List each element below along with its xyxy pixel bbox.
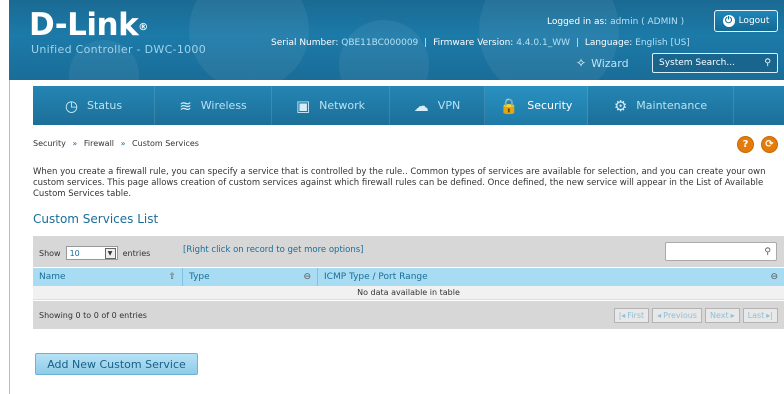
- table-footer: Showing 0 to 0 of 0 entries |◂ First ◂ Pre…: [33, 301, 784, 329]
- refresh-button[interactable]: ⟳: [761, 136, 778, 153]
- nav-network[interactable]: ▣ Network: [272, 86, 390, 125]
- dashboard-icon: ◷: [64, 96, 79, 115]
- language-selector[interactable]: English [US]: [635, 38, 690, 48]
- column-name[interactable]: Name ⇧: [33, 268, 183, 286]
- help-button[interactable]: ?: [737, 136, 754, 153]
- search-icon: ⚲: [764, 246, 771, 257]
- entries-select[interactable]: 10 ▼: [65, 246, 118, 260]
- device-info: Serial Number: QBE11BC000009 | Firmware …: [271, 38, 690, 48]
- magic-wand-icon: ✧: [576, 56, 587, 70]
- previous-page-button[interactable]: ◂ Previous: [652, 308, 702, 323]
- nav-status[interactable]: ◷ Status: [33, 86, 155, 125]
- login-info: Logged in as: admin ( ADMIN ): [547, 17, 685, 27]
- next-page-button[interactable]: Next ▸: [704, 308, 740, 323]
- table-toolbar: Show 10 ▼ entries [Right click on record…: [33, 236, 784, 267]
- breadcrumb: Security » Firewall » Custom Services: [33, 139, 199, 148]
- dlink-logo: D-Link®: [29, 7, 148, 43]
- chevron-last-icon: ▸|: [766, 311, 773, 320]
- gears-icon: ⚙: [613, 96, 628, 115]
- sort-icon: ⊖: [303, 272, 311, 282]
- nav-maintenance[interactable]: ⚙ Maintenance: [588, 86, 734, 125]
- last-page-button[interactable]: Last ▸|: [742, 308, 778, 323]
- page-border: [9, 80, 10, 394]
- wizard-link[interactable]: ✧ Wizard: [576, 56, 629, 70]
- monitor-icon: ▣: [295, 96, 311, 115]
- add-custom-service-button[interactable]: Add New Custom Service: [35, 353, 198, 375]
- page-description: When you create a firewall rule, you can…: [33, 167, 766, 199]
- column-type[interactable]: Type ⊖: [183, 268, 318, 286]
- breadcrumb-current: Custom Services: [132, 139, 199, 148]
- entries-control: Show 10 ▼ entries: [39, 246, 150, 260]
- cloud-lock-icon: ☁: [413, 96, 429, 115]
- power-icon: ⏻: [722, 15, 735, 27]
- chevron-left-icon: ◂: [657, 311, 662, 320]
- breadcrumb-firewall[interactable]: Firewall: [84, 139, 114, 148]
- search-icon: ⚲: [764, 58, 771, 68]
- chevron-down-icon: ▼: [104, 247, 116, 259]
- table-search-input[interactable]: ⚲: [665, 242, 777, 261]
- nav-vpn[interactable]: ☁ VPN: [390, 86, 485, 125]
- first-page-button[interactable]: |◂ First: [613, 308, 650, 323]
- table-info: Showing 0 to 0 of 0 entries: [39, 311, 147, 320]
- decor-bubble: [339, 20, 429, 80]
- main-nav: ◷ Status ≋ Wireless ▣ Network ☁ VPN 🔒 Se…: [33, 86, 784, 125]
- table-header: Name ⇧ Type ⊖ ICMP Type / Port Range ⊖: [33, 268, 784, 286]
- nav-wireless[interactable]: ≋ Wireless: [155, 86, 272, 125]
- sort-icon: ⇧: [168, 272, 176, 282]
- empty-table-message: No data available in table: [33, 286, 784, 300]
- nav-security[interactable]: 🔒 Security: [485, 86, 588, 125]
- column-port-range[interactable]: ICMP Type / Port Range ⊖: [318, 268, 784, 286]
- wifi-icon: ≋: [179, 96, 192, 115]
- pagination: |◂ First ◂ Previous Next ▸ Last ▸|: [613, 308, 778, 323]
- logout-button[interactable]: ⏻ Logout: [714, 10, 778, 32]
- logged-in-user: admin ( ADMIN ): [610, 17, 685, 27]
- sort-icon: ⊖: [770, 272, 778, 282]
- firmware-version: 4.4.0.1_WW: [516, 38, 571, 48]
- system-search-input[interactable]: System Search... ⚲: [652, 53, 778, 73]
- chevron-first-icon: |◂: [618, 311, 626, 320]
- context-hint: [Right click on record to get more optio…: [183, 245, 364, 255]
- lock-icon: 🔒: [499, 96, 519, 115]
- product-tagline: Unified Controller - DWC-1000: [31, 43, 207, 56]
- serial-number: QBE11BC000009: [341, 38, 419, 48]
- chevron-right-icon: ▸: [730, 311, 735, 320]
- header-banner: D-Link® Unified Controller - DWC-1000 Lo…: [9, 0, 784, 80]
- section-title: Custom Services List: [33, 212, 159, 226]
- breadcrumb-security[interactable]: Security: [33, 139, 66, 148]
